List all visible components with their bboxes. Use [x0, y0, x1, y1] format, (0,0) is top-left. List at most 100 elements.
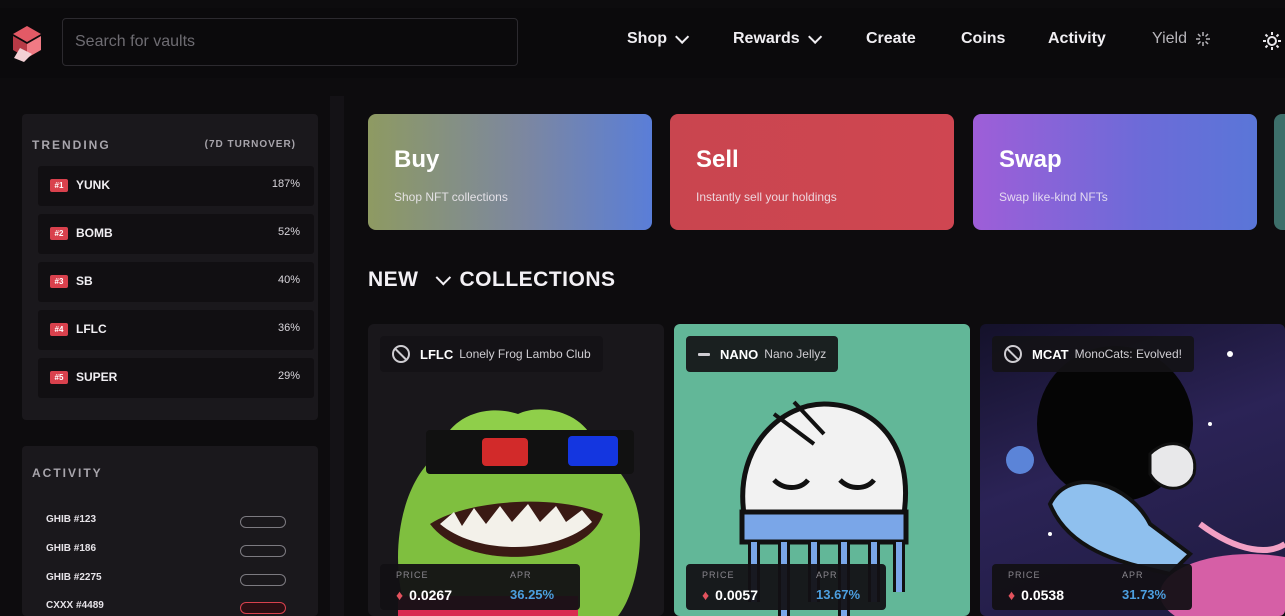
trending-value: 36%	[277, 322, 300, 334]
activity-item-name: CXXX #4489	[46, 600, 104, 611]
rank-badge: #1	[50, 179, 68, 192]
trending-panel: TRENDING (7D TURNOVER) #1 YUNK 187% #2 B…	[22, 114, 318, 420]
price-amount: 0.0538	[1021, 587, 1064, 603]
apr-value: 36.25%	[510, 587, 555, 602]
section-title: COLLECTIONS	[459, 268, 616, 291]
price-box: PRICE APR ♦ 0.0267 36.25%	[380, 564, 580, 610]
nav-shop-label: Shop	[627, 30, 667, 47]
card-title: Buy	[394, 146, 440, 173]
nav-rewards-label: Rewards	[733, 30, 800, 47]
price-label: PRICE	[396, 570, 429, 580]
search-input[interactable]	[62, 18, 518, 66]
column-divider	[330, 96, 344, 616]
price-amount: 0.0267	[409, 587, 452, 603]
price-value: ♦ 0.0538	[1008, 587, 1064, 603]
activity-item[interactable]: GHIB #2275	[46, 572, 296, 594]
activity-item[interactable]: CXXX #4489	[46, 600, 296, 616]
nav-activity-label: Activity	[1048, 30, 1106, 47]
logo-icon[interactable]	[10, 24, 44, 64]
card-subtitle: Instantly sell your holdings	[696, 190, 837, 204]
card-subtitle: Swap like-kind NFTs	[999, 190, 1108, 204]
status-badge	[240, 602, 286, 614]
price-label: PRICE	[1008, 570, 1041, 580]
collection-card[interactable]: NANO Nano Jellyz PRICE APR ♦ 0.0057 13.67…	[674, 324, 970, 616]
nav-activity[interactable]: Activity	[1048, 30, 1106, 48]
price-value: ♦ 0.0057	[702, 587, 758, 603]
sell-card[interactable]: Sell Instantly sell your holdings	[670, 114, 954, 230]
collection-symbol: NANO	[720, 346, 759, 362]
nav-coins-label: Coins	[961, 30, 1006, 47]
activity-item-name: GHIB #186	[46, 543, 97, 554]
rank-badge: #3	[50, 275, 68, 288]
collection-symbol: MCAT	[1032, 346, 1069, 362]
nav-coins[interactable]: Coins	[961, 30, 1005, 48]
activity-item[interactable]: GHIB #123	[46, 514, 296, 536]
trending-value: 187%	[271, 178, 300, 190]
eth-icon: ♦	[1008, 587, 1016, 603]
collection-tag: LFLC Lonely Frog Lambo Club	[380, 336, 603, 372]
collection-name: Lonely Frog Lambo Club	[459, 347, 591, 361]
trending-title: TRENDING	[32, 138, 111, 152]
nav-yield[interactable]: Yield	[1152, 30, 1211, 48]
price-amount: 0.0057	[715, 587, 758, 603]
no-sign-icon	[392, 345, 410, 363]
trending-symbol: YUNK	[76, 178, 111, 192]
collection-card[interactable]: LFLC Lonely Frog Lambo Club PRICE APR ♦ 0…	[368, 324, 664, 616]
next-card-peek[interactable]	[1274, 114, 1285, 230]
collection-tag: NANO Nano Jellyz	[686, 336, 839, 372]
nav-shop[interactable]: Shop	[627, 29, 690, 48]
activity-item-name: GHIB #2275	[46, 572, 102, 583]
trending-symbol: LFLC	[76, 322, 107, 336]
trending-subtitle: (7D TURNOVER)	[204, 139, 296, 150]
trending-item[interactable]: #5 SUPER 29%	[38, 358, 314, 398]
activity-panel: ACTIVITY GHIB #123 GHIB #186 GHIB #2275 …	[22, 446, 318, 616]
card-title: Sell	[696, 146, 739, 173]
nav-create[interactable]: Create	[866, 30, 916, 48]
trending-value: 29%	[277, 370, 300, 382]
trending-value: 52%	[277, 226, 300, 238]
dash-icon	[698, 352, 710, 356]
buy-card[interactable]: Buy Shop NFT collections	[368, 114, 652, 230]
apr-value: 13.67%	[816, 587, 861, 602]
trending-symbol: BOMB	[76, 226, 113, 240]
trending-item[interactable]: #2 BOMB 52%	[38, 214, 314, 254]
no-sign-icon	[1004, 345, 1022, 363]
eth-icon: ♦	[396, 587, 404, 603]
trending-value: 40%	[277, 274, 300, 286]
collection-tag: MCAT MonoCats: Evolved!	[992, 336, 1194, 372]
card-title: Swap	[999, 146, 1062, 173]
collection-name: Nano Jellyz	[764, 347, 827, 361]
collection-card[interactable]: MCAT MonoCats: Evolved! PRICE APR ♦ 0.053…	[980, 324, 1285, 616]
collection-symbol: LFLC	[420, 346, 454, 362]
apr-label: APR	[816, 570, 838, 580]
activity-item-name: GHIB #123	[46, 514, 97, 525]
collections-header: NEW COLLECTIONS	[368, 268, 616, 292]
rank-badge: #4	[50, 323, 68, 336]
swap-card[interactable]: Swap Swap like-kind NFTs	[973, 114, 1257, 230]
trending-item[interactable]: #4 LFLC 36%	[38, 310, 314, 350]
status-badge	[240, 516, 286, 528]
nav-rewards[interactable]: Rewards	[733, 29, 822, 48]
trending-symbol: SUPER	[76, 370, 118, 384]
status-badge	[240, 574, 286, 586]
activity-item[interactable]: GHIB #186	[46, 543, 296, 565]
collection-name: MonoCats: Evolved!	[1074, 347, 1182, 361]
filter-dropdown[interactable]: NEW	[368, 268, 419, 292]
chevron-down-icon[interactable]	[435, 269, 451, 285]
apr-label: APR	[510, 570, 532, 580]
nav-yield-label: Yield	[1152, 30, 1187, 47]
chevron-down-icon	[675, 29, 690, 44]
trending-item[interactable]: #3 SB 40%	[38, 262, 314, 302]
trending-symbol: SB	[76, 274, 93, 288]
theme-toggle-icon[interactable]	[1262, 31, 1282, 51]
chevron-down-icon	[807, 29, 822, 44]
price-label: PRICE	[702, 570, 735, 580]
card-subtitle: Shop NFT collections	[394, 190, 508, 204]
top-bar: Shop Rewards Create Coins Activity Yield	[0, 8, 1285, 78]
nav-create-label: Create	[866, 30, 916, 47]
rank-badge: #5	[50, 371, 68, 384]
apr-value: 31.73%	[1122, 587, 1167, 602]
trending-item[interactable]: #1 YUNK 187%	[38, 166, 314, 206]
price-box: PRICE APR ♦ 0.0057 13.67%	[686, 564, 886, 610]
activity-title: ACTIVITY	[32, 466, 103, 480]
